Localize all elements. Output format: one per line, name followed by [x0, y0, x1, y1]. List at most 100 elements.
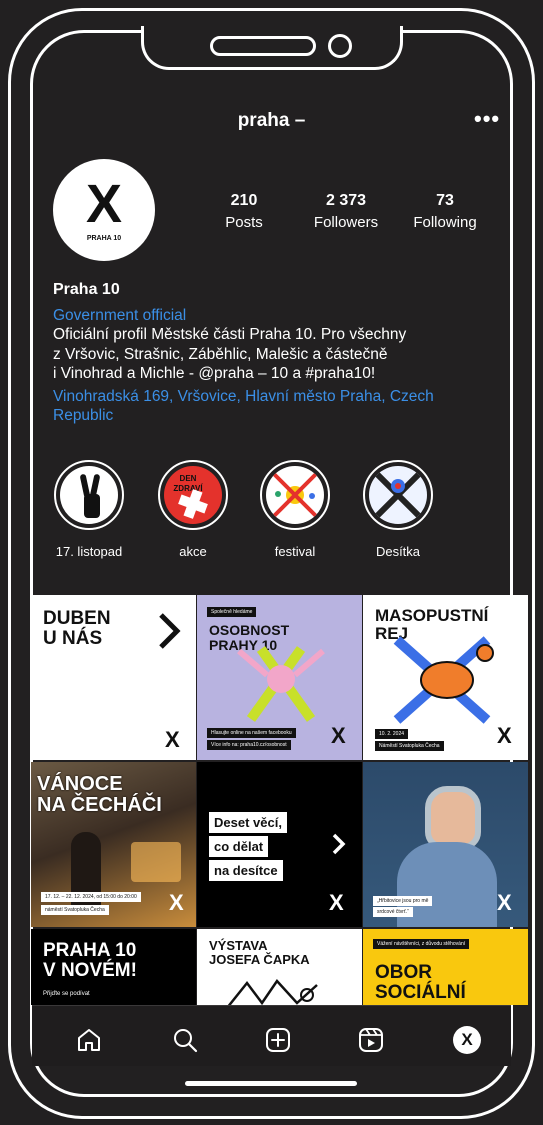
carnival-figure-illustration	[393, 636, 494, 724]
stat-posts-label: Posts	[225, 214, 263, 231]
post-tag: Společně hledáme	[207, 607, 257, 617]
post-title-line-1: DUBEN	[43, 608, 111, 629]
post-title-line-2: U NÁS	[43, 627, 103, 649]
profile-icon-mark: X	[461, 1030, 473, 1049]
highlight-label: festival	[274, 544, 316, 559]
post-title-line-1: OSOBNOST	[209, 622, 290, 638]
post-place: Náměstí Svatopluka Čecha	[375, 741, 444, 751]
avatar[interactable]: X PRAHA 10	[53, 159, 155, 261]
home-icon[interactable]	[75, 1026, 103, 1054]
highlight-ring	[363, 460, 433, 530]
post-title-line-1: MASOPUSTNÍ	[375, 606, 489, 625]
highlight-label: Desítka	[375, 544, 421, 559]
stat-posts[interactable]: 210 Posts	[189, 192, 299, 231]
post-quote-1: „Hřbitovice jsou pro mě	[373, 896, 433, 906]
chevron-right-icon	[332, 833, 346, 855]
desitka-image	[369, 466, 427, 524]
bio-line-3: i Vinohrad a Michle - @praha – 10 a #pra…	[53, 365, 376, 382]
post-line-1: Deset věcí,	[209, 812, 287, 833]
post-title-line-2: V NOVÉM!	[43, 959, 137, 981]
profile-address-link[interactable]: Vinohradská 169, Vršovice, Hlavní město …	[53, 387, 493, 426]
bio-line-1: Oficiální profil Městské části Praha 10.…	[53, 326, 407, 343]
stat-followers[interactable]: 2 373 Followers	[291, 192, 401, 231]
brand-mark: X	[169, 890, 184, 915]
post-caption-2: Více info na: praha10.cz/osobnost	[207, 740, 291, 750]
stat-followers-value: 2 373	[325, 192, 367, 209]
post-title: PRAHA 10 V NOVÉM!	[43, 941, 137, 981]
dancing-figure-illustration	[237, 646, 325, 722]
stat-following-value: 73	[436, 192, 454, 209]
profile-bio: Praha 10 Government official Oficiální p…	[53, 280, 493, 426]
post-line-2: co dělat	[209, 836, 269, 857]
speaker-grille	[210, 36, 316, 56]
post-title-line-1: PRAHA 10	[43, 940, 137, 961]
profile-username: praha –	[237, 110, 306, 131]
brand-mark: X	[497, 890, 512, 915]
stat-followers-label: Followers	[313, 214, 379, 231]
bio-line-2: z Vršovic, Strašnic, Záběhlic, Malešic a…	[53, 345, 388, 363]
post-deset-veci[interactable]: Deset věcí, co dělat na desítce X	[197, 762, 362, 927]
brand-mark: X	[497, 723, 512, 748]
photo-market-stall	[131, 842, 181, 882]
profile-category: Government official	[53, 306, 187, 324]
highlight-akce[interactable]: DEN ZDRAVÍ akce	[148, 460, 238, 559]
photo-face	[425, 786, 481, 850]
stat-posts-value: 210	[230, 192, 258, 209]
post-masopustni-rej[interactable]: MASOPUSTNÍ REJ 10. 2. 2024 Náměstí Svato…	[363, 595, 528, 760]
post-title: OBOR SOCIÁLNÍ	[375, 963, 466, 1003]
festival-image	[266, 466, 324, 524]
post-praha-10-v-novem[interactable]: PRAHA 10 V NOVÉM! Přijďte se podívat	[31, 929, 196, 1005]
post-title: VÝSTAVA JOSEFA ČAPKA	[209, 939, 310, 966]
highlight-ring: DEN ZDRAVÍ	[158, 460, 228, 530]
bottom-navigation: X	[32, 1005, 511, 1066]
highlight-festival[interactable]: festival	[250, 460, 340, 559]
post-quote-2: srdcové čtvrť.“	[373, 907, 413, 917]
avatar-logo-mark: X	[85, 174, 123, 234]
post-title-line-1: VÁNOCE	[37, 773, 123, 795]
posts-grid: DUBEN U NÁS X Společně hledáme OSOBNOST …	[0, 595, 543, 1005]
profile-name: Praha 10	[53, 281, 120, 298]
brand-mark: X	[329, 890, 344, 915]
chevron-right-icon	[159, 613, 181, 649]
highlight-ring	[260, 460, 330, 530]
stat-following-label: Following	[413, 214, 477, 231]
search-icon[interactable]	[171, 1026, 199, 1054]
post-title-line-2: JOSEFA ČAPKA	[209, 951, 310, 967]
front-camera	[328, 34, 352, 58]
stat-following[interactable]: 73 Following	[390, 192, 500, 231]
post-title: VÁNOCE NA ČECHÁČI	[37, 774, 162, 816]
highlight-17-listopad[interactable]: 17. listopad	[44, 460, 134, 559]
profile-icon[interactable]: X	[453, 1026, 481, 1054]
post-vystava-josefa-capka[interactable]: VÝSTAVA JOSEFA ČAPKA	[197, 929, 362, 1005]
post-subtitle: Přijďte se podívat	[43, 991, 90, 997]
health-day-image: DEN ZDRAVÍ	[164, 466, 222, 524]
cat-drawing-illustration	[227, 978, 318, 1005]
create-icon[interactable]	[264, 1026, 292, 1054]
peace-hand-icon	[60, 466, 118, 524]
highlight-desitka[interactable]: Desítka	[353, 460, 443, 559]
post-date: 17. 12. – 22. 12. 2024, od 15:00 do 20:0…	[41, 892, 141, 902]
post-title-line-1: VÝSTAVA	[209, 938, 268, 953]
highlight-label: akce	[179, 544, 207, 559]
post-date: 10. 2. 2024	[375, 729, 409, 739]
post-title: DUBEN U NÁS	[43, 609, 111, 649]
post-line-3: na desítce	[209, 860, 283, 881]
post-title-line-2: SOCIÁLNÍ	[375, 981, 466, 1003]
post-vanoce-na-cechaci[interactable]: VÁNOCE NA ČECHÁČI 17. 12. – 22. 12. 2024…	[31, 762, 196, 927]
post-tag: Vážení návštěvníci, z důvodu stěhování	[373, 939, 470, 949]
post-duben-u-nas[interactable]: DUBEN U NÁS X	[31, 595, 196, 760]
post-caption-1: Hlasujte online na našem facebooku	[207, 728, 296, 738]
reels-icon[interactable]	[357, 1026, 385, 1054]
post-obor-socialni[interactable]: Vážení návštěvníci, z důvodu stěhování O…	[363, 929, 528, 1005]
highlight-label: 17. listopad	[55, 544, 123, 559]
post-place: náměstí Svatopluka Čecha	[41, 905, 109, 915]
brand-mark: X	[331, 723, 346, 748]
highlight-ring	[54, 460, 124, 530]
avatar-logo-text: PRAHA 10	[86, 235, 122, 242]
post-portrait-woman[interactable]: „Hřbitovice jsou pro mě srdcové čtvrť.“ …	[363, 762, 528, 927]
more-options-icon[interactable]: •••	[474, 108, 500, 130]
brand-mark: X	[165, 727, 180, 752]
home-indicator[interactable]	[185, 1081, 357, 1086]
post-osobnost-prahy-10[interactable]: Společně hledáme OSOBNOST PRAHY 10 Hlasu…	[197, 595, 362, 760]
post-title-line-2: NA ČECHÁČI	[37, 794, 162, 816]
